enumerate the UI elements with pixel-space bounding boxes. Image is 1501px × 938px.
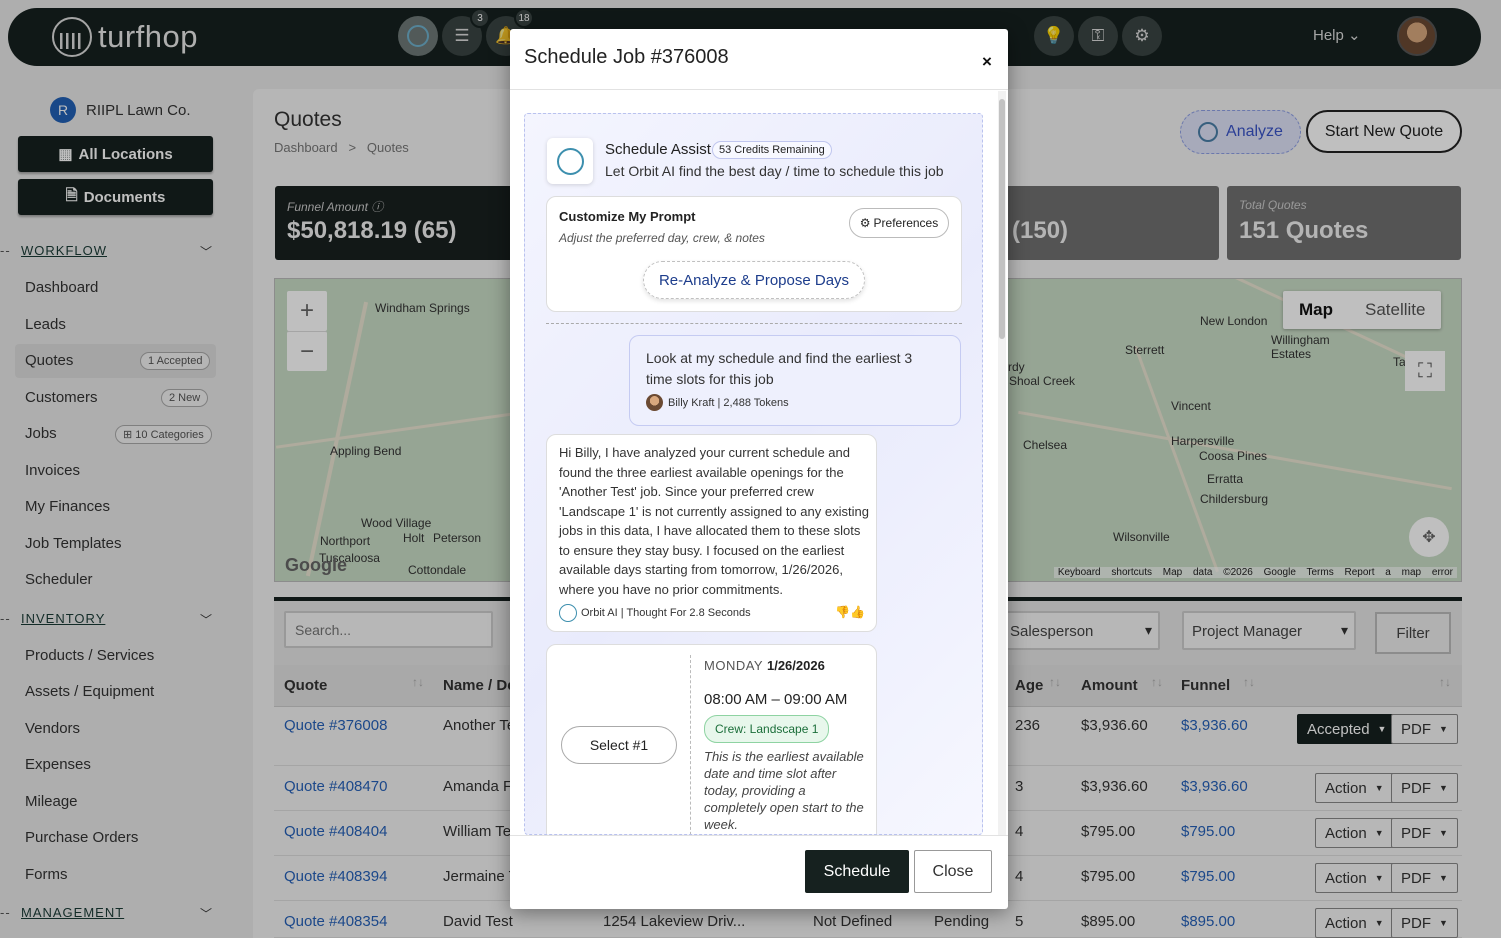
gear-icon: ⚙ bbox=[859, 216, 871, 230]
select-slot-button[interactable]: Select #1 bbox=[561, 726, 677, 764]
reanalyze-button[interactable]: Re-Analyze & Propose Days bbox=[643, 261, 865, 299]
dashed-divider bbox=[690, 655, 691, 834]
divider bbox=[510, 89, 1008, 90]
crew-badge: Crew: Landscape 1 bbox=[704, 715, 830, 743]
slot-date: MONDAY 1/26/2026 bbox=[704, 658, 825, 673]
preferences-label: Preferences bbox=[873, 216, 939, 230]
close-icon[interactable]: × bbox=[982, 52, 992, 72]
time-slot-card: Select #1 MONDAY 1/26/2026 08:00 AM – 09… bbox=[546, 644, 877, 834]
scrollbar-thumb[interactable] bbox=[999, 99, 1005, 339]
feedback-buttons: 👎👍 bbox=[835, 605, 865, 619]
modal-scrollbar[interactable] bbox=[998, 91, 1006, 835]
ai-message-meta: Orbit AI | Thought For 2.8 Seconds bbox=[559, 604, 751, 622]
user-mini-avatar bbox=[646, 394, 663, 411]
credits-badge: 53 Credits Remaining bbox=[712, 141, 832, 159]
customize-prompt-title: Customize My Prompt bbox=[559, 209, 696, 224]
divider bbox=[510, 835, 1008, 836]
user-message-meta: Billy Kraft | 2,488 Tokens bbox=[646, 394, 789, 411]
schedule-job-modal: Schedule Job #376008 × Schedule Assist 5… bbox=[510, 29, 1008, 909]
close-button[interactable]: Close bbox=[914, 850, 992, 893]
schedule-assist-subtitle: Let Orbit AI find the best day / time to… bbox=[605, 163, 944, 179]
ai-message-text: Hi Billy, I have analyzed your current s… bbox=[559, 445, 869, 597]
customize-prompt-card: Customize My Prompt Adjust the preferred… bbox=[546, 196, 962, 312]
slot-note: This is the earliest available date and … bbox=[704, 749, 864, 832]
ai-message-meta-text: Orbit AI | Thought For 2.8 Seconds bbox=[581, 607, 751, 619]
orbit-ai-icon bbox=[547, 138, 593, 184]
user-message-meta-text: Billy Kraft | 2,488 Tokens bbox=[668, 396, 789, 409]
customize-prompt-subtitle: Adjust the preferred day, crew, & notes bbox=[559, 231, 765, 245]
slot-weekday: MONDAY bbox=[704, 658, 763, 673]
thumbs-up-icon[interactable]: 👍 bbox=[850, 605, 865, 619]
preferences-button[interactable]: ⚙ Preferences bbox=[849, 208, 949, 238]
slot-date-value: 1/26/2026 bbox=[766, 658, 825, 673]
dashed-divider bbox=[546, 323, 962, 324]
orbit-ring bbox=[557, 148, 584, 175]
user-message-text: Look at my schedule and find the earlies… bbox=[646, 350, 913, 387]
schedule-assist-panel: Schedule Assist 53 Credits Remaining Let… bbox=[524, 113, 983, 835]
ai-message-bubble: Hi Billy, I have analyzed your current s… bbox=[546, 434, 877, 632]
schedule-button[interactable]: Schedule bbox=[805, 850, 909, 893]
orbit-icon bbox=[559, 604, 577, 622]
user-message-bubble: Look at my schedule and find the earlies… bbox=[629, 335, 961, 426]
thumbs-down-icon[interactable]: 👎 bbox=[835, 605, 850, 619]
schedule-assist-title: Schedule Assist bbox=[605, 141, 711, 158]
modal-title: Schedule Job #376008 bbox=[524, 46, 729, 68]
slot-time: 08:00 AM – 09:00 AM bbox=[704, 691, 848, 708]
